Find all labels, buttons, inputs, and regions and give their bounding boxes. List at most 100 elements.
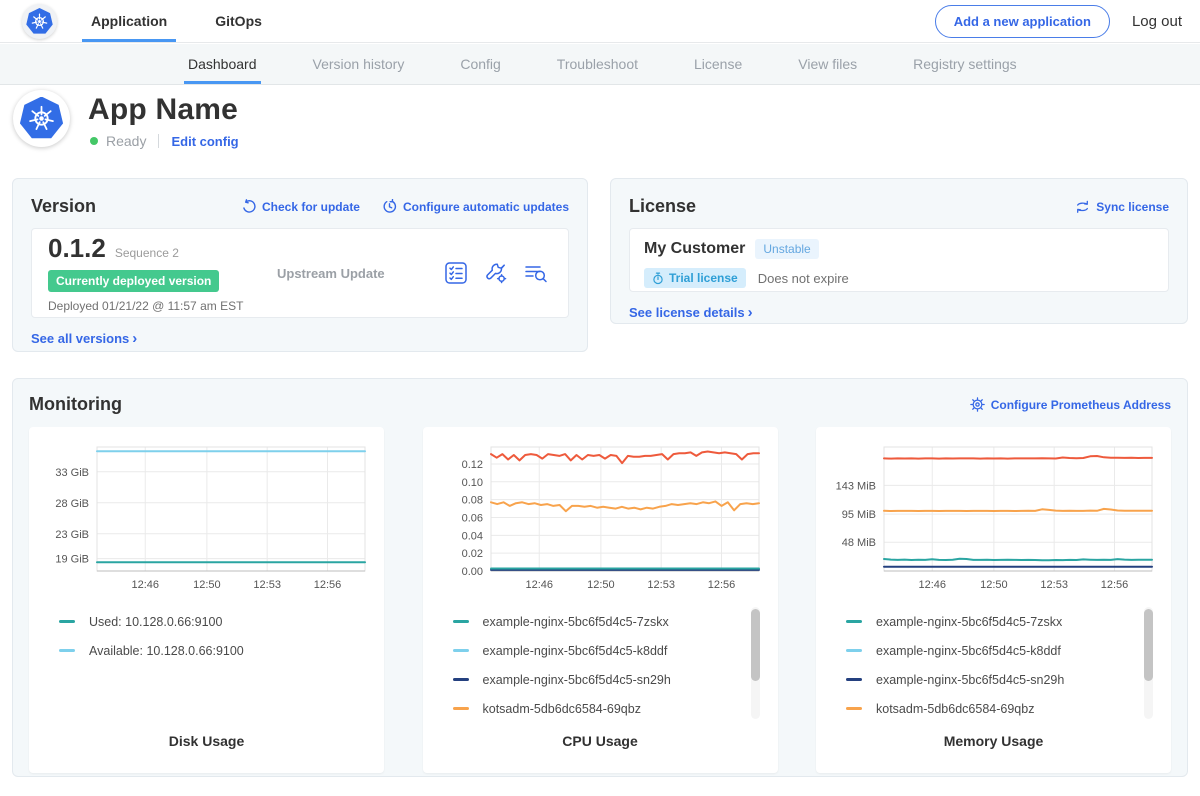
legend-item: example-nginx-5bc6f5d4c5-k8ddf: [453, 636, 768, 665]
status-dot-icon: [90, 137, 98, 145]
svg-text:12:50: 12:50: [193, 579, 221, 591]
deployed-badge: Currently deployed version: [48, 270, 219, 292]
legend-label: example-nginx-5bc6f5d4c5-7zskx: [483, 615, 669, 629]
legend-item: kotsadm-5db6dc6584-69qbz: [846, 694, 1161, 723]
deployed-timestamp: Deployed 01/21/22 @ 11:57 am EST: [48, 299, 263, 313]
svg-text:0.04: 0.04: [461, 530, 482, 542]
legend-item: example-nginx-5bc6f5d4c5-7zskx: [846, 607, 1161, 636]
legend-item: Used: 10.128.0.66:9100: [59, 607, 374, 636]
upstream-update-label: Upstream Update: [263, 266, 444, 281]
subnav-dashboard[interactable]: Dashboard: [188, 44, 257, 84]
disk-usage-chart: 19 GiB23 GiB28 GiB33 GiB12:4612:5012:531…: [39, 439, 372, 599]
config-wrench-icon[interactable]: [484, 261, 508, 285]
legend-label: kotsadm-5db6dc6584-69qbz: [483, 702, 641, 716]
legend-item: example-nginx-5bc6f5d4c5-sn29h: [846, 665, 1161, 694]
customer-name: My Customer: [644, 240, 745, 258]
license-expiry-text: Does not expire: [758, 271, 849, 286]
svg-text:0.08: 0.08: [461, 495, 482, 507]
tab-application[interactable]: Application: [88, 0, 170, 42]
top-nav-right: Add a new application Log out: [935, 0, 1182, 43]
check-for-update-link[interactable]: Check for update: [241, 199, 360, 214]
legend-swatch: [59, 620, 75, 623]
subnav-troubleshoot[interactable]: Troubleshoot: [557, 44, 638, 84]
chart-title: Disk Usage: [39, 733, 374, 749]
legend-item: kotsadm-5db6dc6584-69qbz: [453, 694, 768, 723]
add-new-application-button[interactable]: Add a new application: [935, 5, 1110, 38]
version-number: 0.1.2: [48, 233, 106, 264]
svg-text:0.10: 0.10: [461, 477, 482, 489]
app-avatar: [13, 90, 70, 147]
app-header: App Name Ready Edit config: [0, 85, 1200, 170]
logout-link[interactable]: Log out: [1132, 13, 1182, 30]
legend-swatch: [453, 649, 469, 652]
legend-swatch: [453, 707, 469, 710]
license-info-box: My Customer Unstable Trial license Does …: [629, 228, 1169, 292]
svg-text:12:56: 12:56: [707, 579, 735, 591]
version-card: Version Check for update Configure au: [12, 178, 588, 352]
subnav-license[interactable]: License: [694, 44, 742, 84]
legend-item: example-nginx-5bc6f5d4c5-k8ddf: [846, 636, 1161, 665]
app-subnav: Dashboard Version history Config Trouble…: [0, 44, 1200, 85]
legend-label: example-nginx-5bc6f5d4c5-sn29h: [876, 673, 1064, 687]
memory-usage-chart: 48 MiB95 MiB143 MiB12:4612:5012:5312:56: [826, 439, 1159, 599]
edit-config-link[interactable]: Edit config: [171, 134, 238, 149]
helm-wheel-icon: [31, 13, 48, 30]
helm-wheel-icon: [28, 105, 55, 132]
legend-item: Available: 10.128.0.66:9100: [59, 636, 374, 665]
legend-swatch: [846, 620, 862, 623]
subnav-version-history[interactable]: Version history: [313, 44, 405, 84]
see-all-versions-link[interactable]: See all versions ›: [31, 330, 137, 347]
subnav-view-files[interactable]: View files: [798, 44, 857, 84]
legend-scrollbar[interactable]: [751, 607, 760, 719]
version-card-title: Version: [31, 196, 96, 217]
sequence-label: Sequence 2: [115, 246, 179, 260]
monitoring-card: Monitoring Configure Prometheus Address: [12, 378, 1188, 777]
svg-text:23 GiB: 23 GiB: [55, 529, 89, 541]
legend-scrollbar-thumb[interactable]: [1144, 609, 1153, 681]
legend-label: example-nginx-5bc6f5d4c5-k8ddf: [483, 644, 668, 658]
disk-usage-legend: Used: 10.128.0.66:9100Available: 10.128.…: [39, 607, 374, 721]
refresh-icon: [241, 199, 256, 214]
sync-license-link[interactable]: Sync license: [1075, 200, 1169, 214]
svg-text:28 GiB: 28 GiB: [55, 498, 89, 510]
svg-text:12:56: 12:56: [1101, 579, 1129, 591]
svg-text:12:46: 12:46: [525, 579, 553, 591]
legend-scrollbar-thumb[interactable]: [751, 609, 760, 681]
legend-swatch: [846, 678, 862, 681]
svg-text:12:50: 12:50: [980, 579, 1008, 591]
current-version-box: 0.1.2 Sequence 2 Currently deployed vers…: [31, 228, 569, 318]
configure-prometheus-link[interactable]: Configure Prometheus Address: [970, 397, 1171, 412]
kubernetes-logo-icon[interactable]: [22, 4, 57, 39]
subnav-config[interactable]: Config: [460, 44, 500, 84]
legend-label: example-nginx-5bc6f5d4c5-7zskx: [876, 615, 1062, 629]
chart-title: CPU Usage: [433, 733, 768, 749]
legend-swatch: [453, 678, 469, 681]
status-label: Ready: [106, 133, 146, 149]
chevron-right-icon: ›: [748, 304, 753, 321]
legend-scrollbar[interactable]: [1144, 607, 1153, 719]
license-card-title: License: [629, 196, 696, 217]
cpu-usage-chart: 0.000.020.040.060.080.100.1212:4612:5012…: [433, 439, 766, 599]
legend-label: example-nginx-5bc6f5d4c5-sn29h: [483, 673, 671, 687]
svg-text:12:46: 12:46: [131, 579, 159, 591]
memory-usage-legend: example-nginx-5bc6f5d4c5-7zskx example-ng…: [826, 607, 1161, 721]
sync-icon: [1075, 200, 1090, 214]
configure-automatic-updates-link[interactable]: Configure automatic updates: [382, 199, 569, 214]
kots-dashboard-page: Application GitOps Add a new application…: [0, 0, 1200, 796]
view-logs-icon[interactable]: [524, 261, 548, 285]
svg-text:95 MiB: 95 MiB: [842, 509, 876, 521]
preflight-checks-icon[interactable]: [444, 261, 468, 285]
see-license-details-link[interactable]: See license details ›: [629, 304, 753, 321]
svg-text:48 MiB: 48 MiB: [842, 537, 876, 549]
tab-gitops[interactable]: GitOps: [212, 0, 265, 42]
top-nav-tabs: Application GitOps: [88, 0, 265, 42]
disk-usage-chart-card: 19 GiB23 GiB28 GiB33 GiB12:4612:5012:531…: [29, 427, 384, 773]
legend-swatch: [59, 649, 75, 652]
svg-text:0.12: 0.12: [461, 459, 482, 471]
subnav-registry-settings[interactable]: Registry settings: [913, 44, 1016, 84]
legend-label: kotsadm-5db6dc6584-69qbz: [876, 702, 1034, 716]
memory-usage-chart-card: 48 MiB95 MiB143 MiB12:4612:5012:5312:56 …: [816, 427, 1171, 773]
svg-text:33 GiB: 33 GiB: [55, 467, 89, 479]
top-nav: Application GitOps Add a new application…: [0, 0, 1200, 43]
divider: [158, 134, 159, 148]
